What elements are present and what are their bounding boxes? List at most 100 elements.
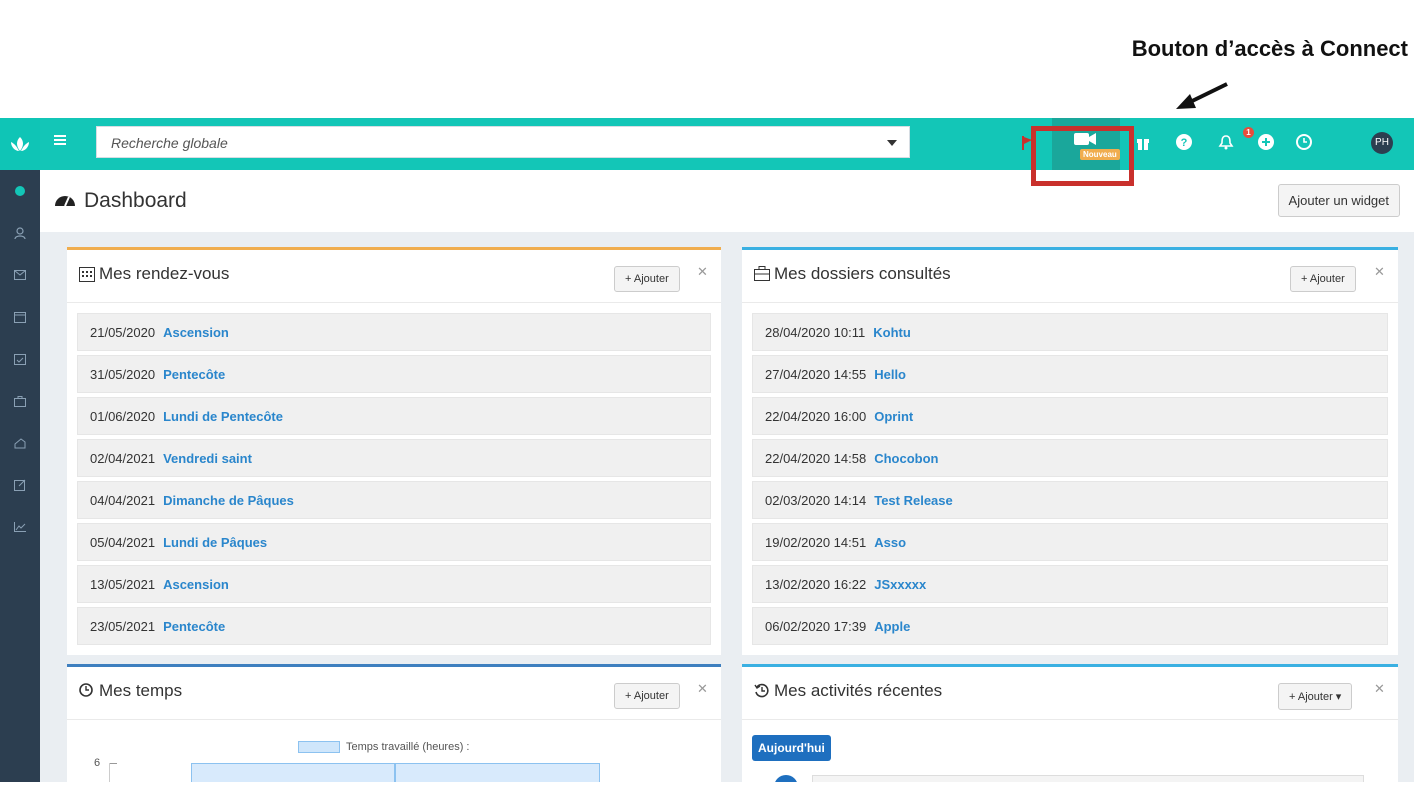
- legend-swatch: [298, 741, 340, 753]
- item-date: 05/04/2021: [90, 534, 156, 550]
- item-link[interactable]: Oprint: [874, 409, 913, 424]
- widget-rendez-vous: Mes rendez-vous + Ajouter ✕ 21/05/2020 As…: [67, 247, 721, 655]
- y-axis-line: [109, 763, 110, 782]
- item-date: 02/03/2020 14:14: [765, 492, 867, 508]
- sidebar-item-calendar[interactable]: [0, 296, 40, 338]
- tasks-icon: [14, 354, 26, 365]
- item-date: 02/04/2021: [90, 450, 156, 466]
- list-item: 21/05/2020 Ascension: [77, 313, 711, 351]
- add-appointment-button[interactable]: + Ajouter: [614, 266, 680, 292]
- close-icon[interactable]: ✕: [697, 681, 708, 697]
- list-item: 23/05/2021 Pentecôte: [77, 607, 711, 645]
- add-label: Ajouter: [1309, 273, 1345, 285]
- list-item: 22/04/2020 14:58 Chocobon: [752, 439, 1388, 477]
- sidebar-item-contacts[interactable]: [0, 212, 40, 254]
- item-link[interactable]: Apple: [874, 619, 910, 634]
- list-item: 27/04/2020 14:55 Hello: [752, 355, 1388, 393]
- list-item: 22/04/2020 16:00 Oprint: [752, 397, 1388, 435]
- sidebar-item-cases[interactable]: [0, 380, 40, 422]
- briefcase-icon: [14, 395, 26, 407]
- close-icon[interactable]: ✕: [1374, 681, 1385, 697]
- sidebar-item-billing[interactable]: [0, 422, 40, 464]
- callout-label: Bouton d’accès à Connect: [1131, 36, 1408, 61]
- sidebar-item-stats[interactable]: [0, 506, 40, 548]
- sidebar-item-notes[interactable]: [0, 464, 40, 506]
- item-date: 06/02/2020 17:39: [765, 618, 867, 634]
- list-item: 02/04/2021 Vendredi saint: [77, 439, 711, 477]
- item-date: 22/04/2020 16:00: [765, 408, 867, 424]
- sidebar-item-mail[interactable]: [0, 254, 40, 296]
- widget-dossiers: Mes dossiers consultés + Ajouter ✕ 28/04…: [742, 247, 1398, 655]
- item-link[interactable]: Pentecôte: [163, 619, 225, 634]
- stats-icon: [14, 522, 26, 532]
- item-date: 21/05/2020: [90, 324, 156, 340]
- item-date: 13/02/2020 16:22: [765, 576, 867, 592]
- item-link[interactable]: Ascension: [163, 577, 229, 592]
- close-icon[interactable]: ✕: [1374, 264, 1385, 280]
- item-date: 23/05/2021: [90, 618, 156, 634]
- item-link[interactable]: Chocobon: [874, 451, 938, 466]
- widget-title: Mes dossiers consultés: [774, 264, 951, 283]
- logo-icon[interactable]: [0, 118, 40, 170]
- chart-legend: Temps travaillé (heures) :: [298, 741, 470, 753]
- item-link[interactable]: Kohtu: [873, 325, 911, 340]
- clock-icon: [79, 683, 93, 697]
- add-time-button[interactable]: + Ajouter: [614, 683, 680, 709]
- widget-temps: Mes temps + Ajouter ✕ Temps travaillé (h…: [67, 664, 721, 782]
- plus-circle-icon[interactable]: [1258, 134, 1274, 150]
- item-link[interactable]: Vendredi saint: [163, 451, 252, 466]
- y-axis-tick-mark: [109, 763, 117, 764]
- item-link[interactable]: Hello: [874, 367, 906, 382]
- appointments-list: 21/05/2020 Ascension 31/05/2020 Pentecôte 01…: [67, 303, 721, 645]
- invoice-icon: [14, 437, 26, 448]
- sidebar: [0, 118, 40, 782]
- avatar[interactable]: PH: [1371, 132, 1393, 154]
- connect-highlight-box: [1031, 126, 1134, 186]
- item-link[interactable]: JSxxxxx: [874, 577, 926, 592]
- top-bar: Recherche globale Nouveau ? 1 PH: [40, 118, 1414, 170]
- bell-icon[interactable]: [1218, 134, 1234, 150]
- item-date: 04/04/2021: [90, 492, 156, 508]
- add-widget-button[interactable]: Ajouter un widget: [1277, 184, 1400, 217]
- sidebar-item-dashboard[interactable]: [0, 170, 40, 212]
- page-title: Dashboard: [84, 189, 187, 212]
- add-case-button[interactable]: + Ajouter: [1290, 266, 1356, 292]
- clock-icon[interactable]: [1296, 134, 1312, 150]
- item-link[interactable]: Lundi de Pentecôte: [163, 409, 283, 424]
- list-item: 28/04/2020 10:11 Kohtu: [752, 313, 1388, 351]
- item-link[interactable]: Lundi de Pâques: [163, 535, 267, 550]
- sidebar-item-tasks[interactable]: [0, 338, 40, 380]
- menu-icon[interactable]: [54, 135, 66, 145]
- activity-item[interactable]: [812, 775, 1364, 782]
- item-link[interactable]: Asso: [874, 535, 906, 550]
- search-placeholder: Recherche globale: [111, 135, 228, 151]
- contacts-icon: [14, 227, 26, 239]
- callout-arrow-icon: [1176, 82, 1228, 109]
- item-link[interactable]: Pentecôte: [163, 367, 225, 382]
- gift-icon[interactable]: [1136, 134, 1150, 150]
- legend-label: Temps travaillé (heures) :: [346, 741, 470, 753]
- item-date: 22/04/2020 14:58: [765, 450, 867, 466]
- widget-activites: Mes activités récentes + Ajouter ▾ ✕ Auj…: [742, 664, 1398, 782]
- help-icon[interactable]: ?: [1176, 134, 1192, 150]
- add-label: Ajouter: [633, 273, 669, 285]
- history-icon: [754, 683, 769, 698]
- dashboard-icon: [15, 186, 25, 196]
- list-item: 02/03/2020 14:14 Test Release: [752, 481, 1388, 519]
- mail-icon: [14, 270, 26, 280]
- notification-badge: 1: [1243, 127, 1254, 138]
- item-link[interactable]: Ascension: [163, 325, 229, 340]
- close-icon[interactable]: ✕: [697, 264, 708, 280]
- chevron-down-icon[interactable]: [887, 140, 897, 146]
- item-link[interactable]: Test Release: [874, 493, 953, 508]
- item-date: 28/04/2020 10:11: [765, 324, 866, 340]
- global-search-input[interactable]: Recherche globale: [96, 126, 910, 158]
- item-date: 27/04/2020 14:55: [765, 366, 867, 382]
- add-activity-button[interactable]: + Ajouter ▾: [1278, 683, 1353, 710]
- edit-icon: [14, 479, 26, 491]
- list-item: 13/02/2020 16:22 JSxxxxx: [752, 565, 1388, 603]
- item-link[interactable]: Dimanche de Pâques: [163, 493, 294, 508]
- widget-title: Mes rendez-vous: [99, 264, 230, 283]
- list-item: 05/04/2021 Lundi de Pâques: [77, 523, 711, 561]
- today-label: Aujourd'hui: [752, 735, 831, 761]
